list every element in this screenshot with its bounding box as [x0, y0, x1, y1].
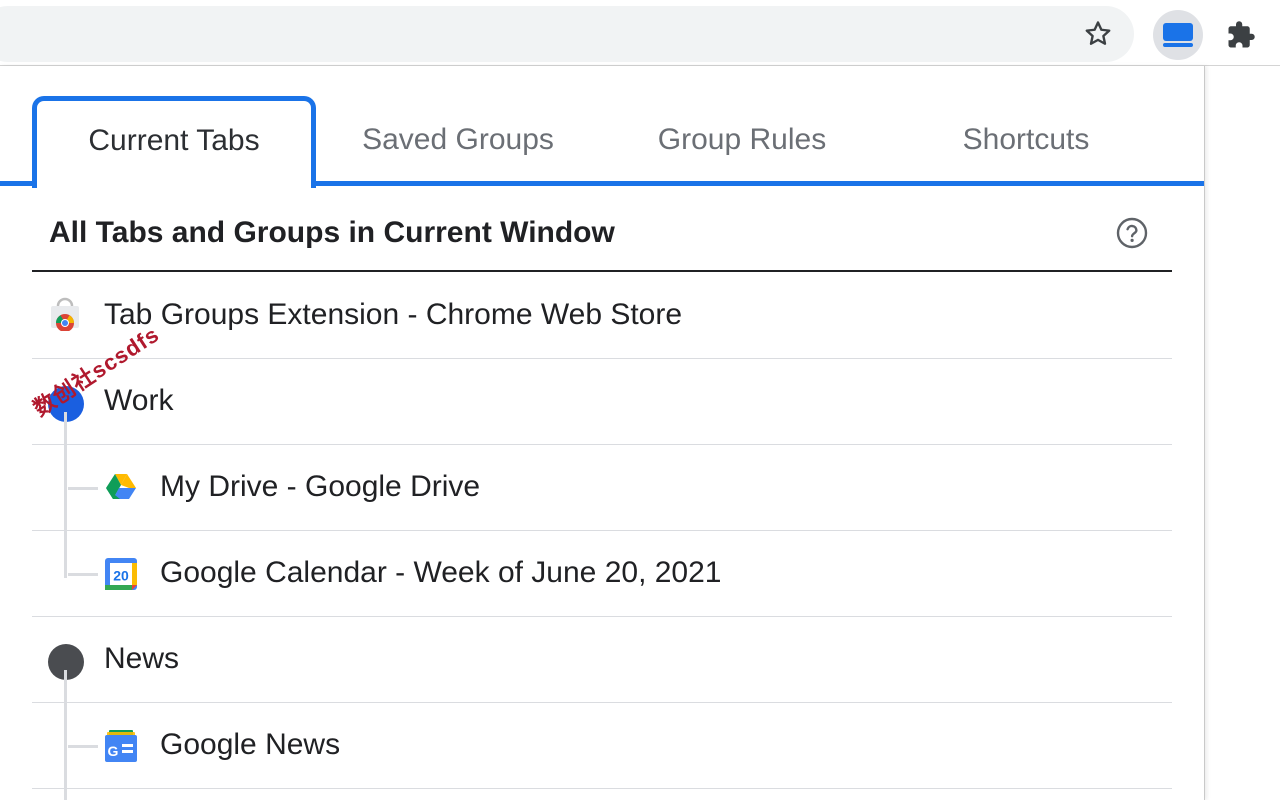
tab-groups-extension-icon: [1163, 23, 1193, 47]
tab-title: Google Calendar - Week of June 20, 2021: [160, 556, 722, 589]
tab-current-tabs[interactable]: Current Tabs: [32, 96, 316, 188]
browser-window: Current Tabs Saved Groups Group Rules Sh…: [0, 0, 1280, 800]
address-bar[interactable]: [0, 6, 1134, 62]
star-icon: [1085, 21, 1111, 45]
chrome-web-store-icon: [51, 297, 79, 331]
section-header: All Tabs and Groups in Current Window: [32, 208, 1172, 272]
bookmark-star-button[interactable]: [1076, 12, 1120, 56]
tab-saved-groups[interactable]: Saved Groups: [316, 96, 600, 188]
tree-line-work: [64, 412, 67, 578]
tab-label: Saved Groups: [362, 123, 554, 156]
svg-text:G: G: [108, 743, 119, 759]
help-circle-icon: [1116, 217, 1148, 249]
tree-connector: [68, 573, 98, 576]
google-drive-icon: [106, 474, 136, 499]
tab-title: Tab Groups Extension - Chrome Web Store: [104, 298, 683, 331]
tree-connector: [68, 745, 98, 748]
help-button[interactable]: [1115, 216, 1149, 250]
list-item-tab[interactable]: 20 Google Calendar - Week of June 20, 20…: [32, 531, 1172, 617]
browser-toolbar: [0, 0, 1280, 66]
extension-popup: Current Tabs Saved Groups Group Rules Sh…: [0, 66, 1205, 800]
tab-label: Group Rules: [657, 123, 827, 156]
group-name: News: [104, 642, 180, 675]
extensions-menu-button[interactable]: [1218, 12, 1264, 58]
google-news-icon: G: [105, 730, 137, 762]
list-item-tab[interactable]: G Google News: [32, 703, 1172, 789]
puzzle-icon: [1228, 21, 1255, 48]
list-item-tab[interactable]: Tab Groups Extension - Chrome Web Store: [32, 273, 1172, 359]
tree-line-news: [64, 670, 67, 800]
group-row-news[interactable]: News: [32, 617, 1172, 703]
tab-group-rules[interactable]: Group Rules: [600, 96, 884, 188]
group-name: Work: [104, 384, 174, 417]
group-row-work[interactable]: Work: [32, 359, 1172, 445]
tree-connector: [68, 487, 98, 490]
svg-text:20: 20: [113, 568, 129, 584]
popup-tab-bar: Current Tabs Saved Groups Group Rules Sh…: [0, 96, 1204, 188]
tab-title: My Drive - Google Drive: [160, 470, 481, 503]
tab-title: Google News: [160, 728, 341, 761]
google-calendar-icon: 20: [105, 558, 137, 590]
tab-label: Current Tabs: [88, 123, 260, 157]
tab-label: Shortcuts: [962, 123, 1090, 156]
section-title: All Tabs and Groups in Current Window: [49, 216, 615, 249]
list-item-tab[interactable]: My Drive - Google Drive: [32, 445, 1172, 531]
tab-groups-extension-button[interactable]: [1153, 10, 1203, 60]
tab-shortcuts[interactable]: Shortcuts: [884, 96, 1168, 188]
